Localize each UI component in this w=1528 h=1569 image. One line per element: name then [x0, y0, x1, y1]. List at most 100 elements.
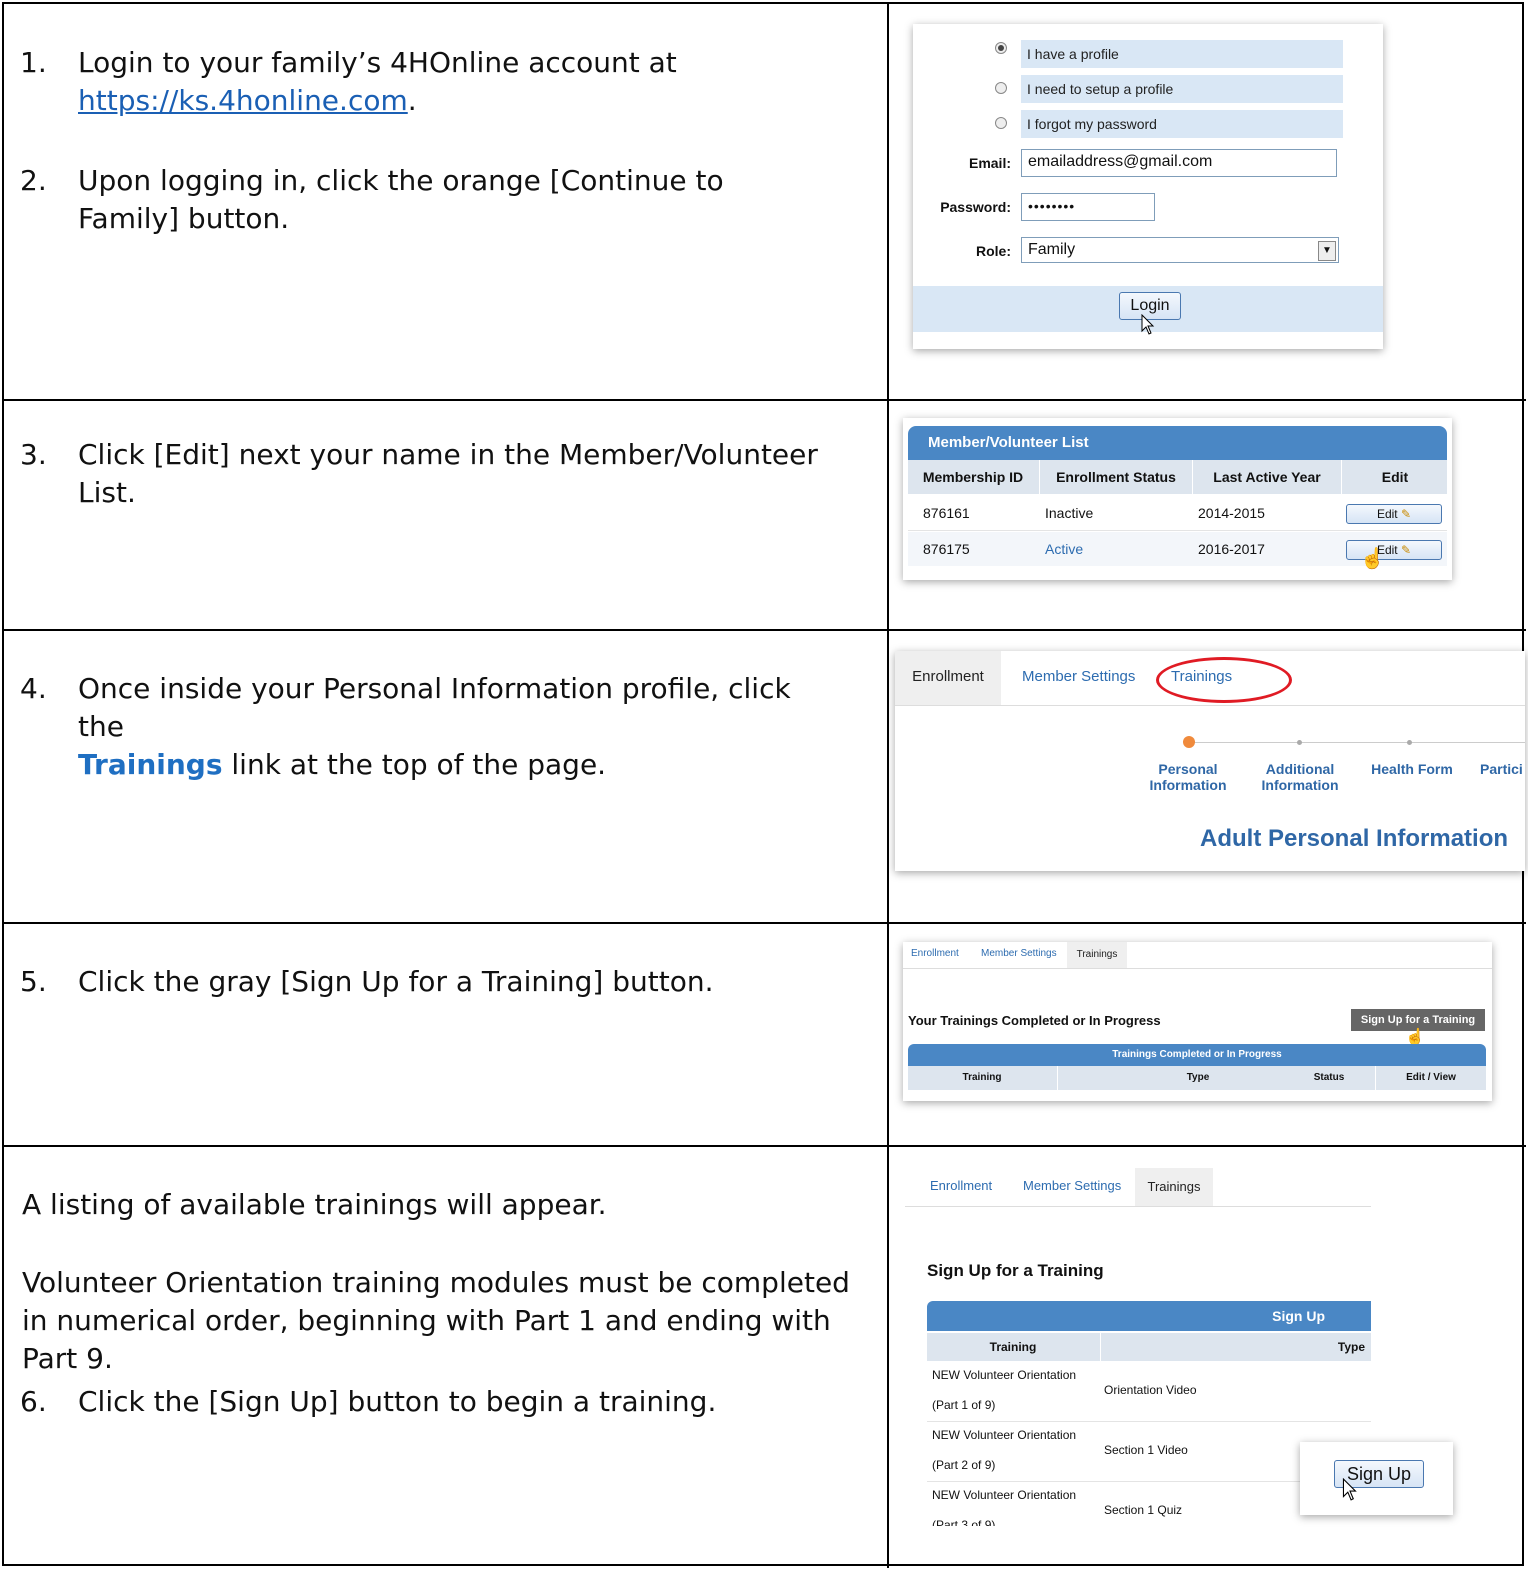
- step-personal-information[interactable]: Personal Information: [1143, 761, 1233, 793]
- step-2: 2. Upon logging in, click the orange [Co…: [20, 162, 724, 235]
- step-1-text: Login to your family’s 4HOnline account …: [78, 46, 677, 79]
- col-training: Training: [962, 1072, 1002, 1083]
- training-part: (Part 2 of 9): [932, 1458, 996, 1472]
- col-type: Type: [1100, 1333, 1371, 1361]
- member-list-header: Membership ID Enrollment Status Last Act…: [908, 460, 1447, 494]
- login-screenshot: I have a profile I need to setup a profi…: [913, 24, 1383, 349]
- step-3-text: Click [Edit] next your name in the Membe…: [78, 438, 818, 509]
- row-divider-2: [4, 629, 1526, 631]
- trainings-table-header: Training Type Status Edit / View: [908, 1066, 1486, 1090]
- step-4: 4. Once inside your Personal Information…: [20, 670, 791, 781]
- tab-divider: [905, 1206, 1371, 1207]
- role-select[interactable]: Family ▼: [1021, 237, 1339, 263]
- chevron-down-icon[interactable]: ▼: [1318, 241, 1336, 261]
- last-active-year: 2016-2017: [1198, 541, 1265, 557]
- step-5-text: Click the gray [Sign Up for a Training] …: [78, 965, 714, 998]
- training-name: NEW Volunteer Orientation: [932, 1368, 1077, 1382]
- trainings-heading: Your Trainings Completed or In Progress: [908, 1013, 1161, 1028]
- tab-member-settings[interactable]: Member Settings: [1022, 651, 1135, 703]
- edit-button[interactable]: Edit ✎: [1346, 504, 1442, 524]
- password-label: Password:: [940, 199, 1011, 215]
- step-6-text: Click the [Sign Up] button to begin a tr…: [78, 1385, 717, 1418]
- col-enrollment-status: Enrollment Status: [1039, 460, 1192, 494]
- member-list-title: Member/Volunteer List: [908, 426, 1447, 460]
- step-4-text: Once inside your Personal Information pr…: [78, 672, 791, 743]
- col-edit-view: Edit / View: [1375, 1066, 1486, 1090]
- role-label: Role:: [976, 243, 1011, 259]
- signup-button-zoom: Sign Up: [1300, 1442, 1453, 1515]
- page-title: Adult Personal Information: [1200, 825, 1509, 852]
- enrollment-status: Active: [1045, 541, 1084, 557]
- enrollment-status: Inactive: [1045, 505, 1094, 521]
- step-health-form[interactable]: Health Form: [1367, 761, 1457, 777]
- membership-id: 876175: [923, 541, 970, 557]
- have-profile-option[interactable]: I have a profile: [1021, 40, 1343, 68]
- forgot-password-radio[interactable]: [995, 117, 1007, 129]
- hand-cursor-icon: ☝: [1360, 548, 1385, 570]
- trainings-table-title: Trainings Completed or In Progress: [908, 1044, 1486, 1066]
- progress-step-active: [1183, 736, 1195, 748]
- table-row: 876161 Inactive 2014-2015 Edit ✎: [908, 496, 1447, 531]
- training-part: (Part 3 of 9): [932, 1518, 996, 1526]
- email-field[interactable]: emailaddress@gmail.com: [1021, 149, 1337, 177]
- step-6: 6. Click the [Sign Up] button to begin a…: [20, 1383, 716, 1421]
- tab-enrollment[interactable]: Enrollment: [930, 1178, 992, 1193]
- step-1-period: .: [407, 84, 417, 117]
- trainings-listing-note: A listing of available trainings will ap…: [22, 1188, 607, 1221]
- tab-trainings[interactable]: Trainings: [1135, 1168, 1213, 1206]
- 4honline-link[interactable]: https://ks.4honline.com: [78, 84, 408, 117]
- pencil-icon: ✎: [1400, 507, 1412, 521]
- column-divider: [887, 4, 889, 1568]
- row-divider-4: [4, 1145, 1526, 1147]
- progress-line: [1189, 742, 1525, 743]
- training-part: (Part 1 of 9): [932, 1398, 996, 1412]
- setup-profile-radio[interactable]: [995, 82, 1007, 94]
- cursor-arrow-icon: [1342, 1478, 1357, 1501]
- col-last-active-year: Last Active Year: [1192, 460, 1341, 494]
- setup-profile-option[interactable]: I need to setup a profile: [1021, 75, 1343, 103]
- step-3-number: 3.: [20, 438, 47, 471]
- step-4-text-end: link at the top of the page.: [222, 748, 607, 781]
- signup-bar-label: Sign Up: [927, 1301, 1371, 1331]
- step-2-text: Upon logging in, click the orange [Conti…: [78, 164, 724, 235]
- signup-table-header: Training Type: [927, 1333, 1371, 1361]
- tab-enrollment[interactable]: Enrollment: [895, 651, 1001, 705]
- last-active-year: 2014-2015: [1198, 505, 1265, 521]
- tab-member-settings[interactable]: Member Settings: [1023, 1178, 1121, 1193]
- highlight-circle: [1156, 657, 1292, 703]
- step-participation[interactable]: Partici: [1480, 761, 1523, 777]
- col-training: Training: [989, 1340, 1037, 1354]
- forgot-password-option[interactable]: I forgot my password: [1021, 110, 1343, 138]
- profile-screenshot: Enrollment Member Settings Trainings Per…: [895, 651, 1525, 871]
- row-divider-1: [4, 399, 1526, 401]
- email-label: Email:: [968, 155, 1011, 171]
- step-5-number: 5.: [20, 965, 47, 998]
- tab-member-settings[interactable]: Member Settings: [981, 948, 1057, 959]
- table-row: NEW Volunteer Orientation (Part 1 of 9) …: [927, 1362, 1371, 1422]
- edit-label: Edit: [1376, 507, 1398, 521]
- trainings-screenshot: Enrollment Member Settings Trainings You…: [903, 942, 1492, 1101]
- col-membership-id: Membership ID: [922, 469, 1024, 485]
- cursor-arrow-icon: [1141, 314, 1155, 335]
- step-4-number: 4.: [20, 672, 47, 705]
- col-edit: Edit: [1341, 460, 1448, 494]
- orientation-order-note: Volunteer Orientation training modules m…: [22, 1266, 850, 1375]
- col-status: Status: [1313, 1072, 1345, 1083]
- membership-id: 876161: [923, 505, 970, 521]
- step-additional-information[interactable]: Additional Information: [1255, 761, 1345, 793]
- progress-step: [1407, 740, 1412, 745]
- have-profile-radio[interactable]: [995, 42, 1007, 54]
- training-type: Orientation Video: [1104, 1383, 1197, 1397]
- training-name: NEW Volunteer Orientation: [932, 1488, 1077, 1502]
- step-1-number: 1.: [20, 46, 47, 79]
- signup-heading: Sign Up for a Training: [927, 1261, 1104, 1280]
- table-row: 876175 Active 2016-2017 Edit ✎ ☝: [908, 532, 1447, 570]
- pencil-icon: ✎: [1400, 543, 1412, 557]
- member-list-screenshot: Member/Volunteer List Membership ID Enro…: [903, 418, 1452, 580]
- tab-divider: [895, 705, 1525, 706]
- password-field[interactable]: ••••••••: [1021, 193, 1155, 221]
- training-type: Section 1 Quiz: [1104, 1503, 1183, 1517]
- tab-enrollment[interactable]: Enrollment: [911, 948, 959, 959]
- tab-trainings[interactable]: Trainings: [1067, 942, 1127, 968]
- row-divider-3: [4, 922, 1526, 924]
